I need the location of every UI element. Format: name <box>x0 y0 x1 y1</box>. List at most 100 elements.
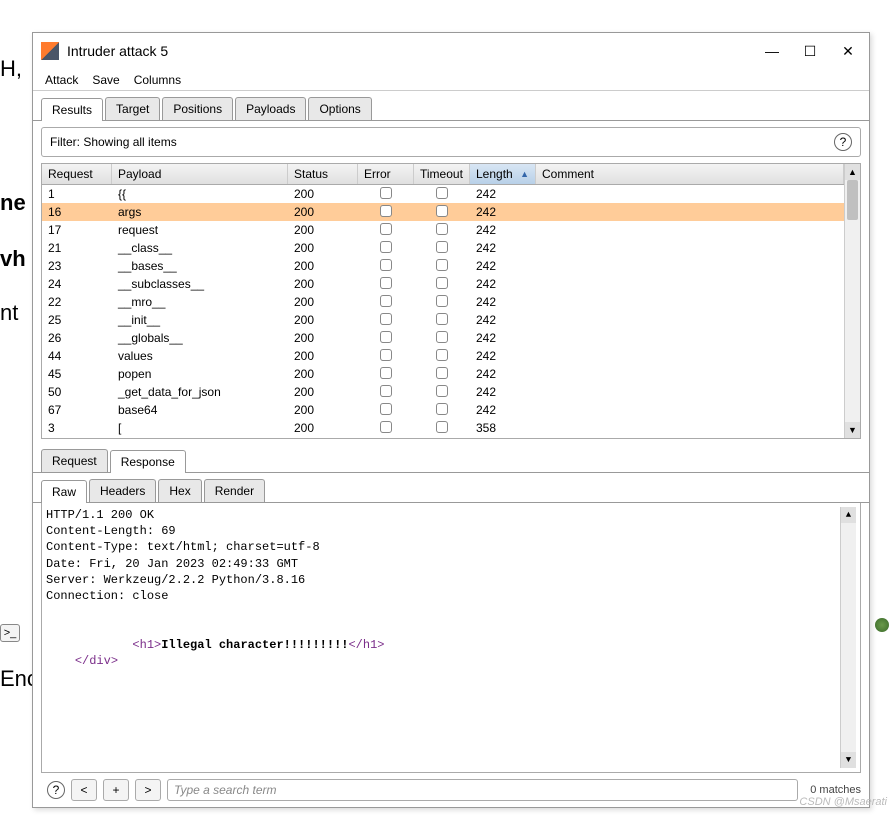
search-prev-button[interactable]: < <box>71 779 97 801</box>
table-row[interactable]: 17request200242 <box>42 221 844 239</box>
bg-text: vh <box>0 246 26 272</box>
checkbox <box>436 403 448 415</box>
app-icon <box>41 42 59 60</box>
filter-bar[interactable]: Filter: Showing all items ? <box>41 127 861 157</box>
response-content[interactable]: HTTP/1.1 200 OK Content-Length: 69 Conte… <box>41 503 861 773</box>
checkbox <box>380 187 392 199</box>
checkbox <box>380 241 392 253</box>
response-raw[interactable]: HTTP/1.1 200 OK Content-Length: 69 Conte… <box>46 507 840 768</box>
maximize-button[interactable]: ☐ <box>803 44 817 58</box>
table-row[interactable]: 21__class__200242 <box>42 239 844 257</box>
side-circle-icon <box>875 618 889 632</box>
menu-save[interactable]: Save <box>88 71 123 89</box>
search-bar: ? < + > Type a search term 0 matches <box>33 773 869 807</box>
table-header: Request Payload Status Error Timeout Len… <box>42 164 844 185</box>
checkbox <box>380 421 392 433</box>
main-tabs: Results Target Positions Payloads Option… <box>33 91 869 121</box>
sort-asc-icon: ▲ <box>520 169 529 179</box>
content-scrollbar[interactable]: ▲ ▼ <box>840 507 856 768</box>
menu-attack[interactable]: Attack <box>41 71 82 89</box>
table-row[interactable]: 23__bases__200242 <box>42 257 844 275</box>
checkbox <box>436 367 448 379</box>
window-title: Intruder attack 5 <box>67 43 765 59</box>
bg-text: H, <box>0 56 22 82</box>
checkbox <box>436 331 448 343</box>
col-length[interactable]: Length▲ <box>470 164 536 184</box>
table-row[interactable]: 3[200358 <box>42 419 844 437</box>
tab-target[interactable]: Target <box>105 97 160 120</box>
view-tabs: Raw Headers Hex Render <box>33 473 869 503</box>
scroll-up-icon[interactable]: ▲ <box>841 507 856 523</box>
table-row[interactable]: 67base64200242 <box>42 401 844 419</box>
checkbox <box>380 223 392 235</box>
checkbox <box>380 349 392 361</box>
tab-options[interactable]: Options <box>308 97 371 120</box>
checkbox <box>436 295 448 307</box>
help-icon[interactable]: ? <box>47 781 65 799</box>
tab-headers[interactable]: Headers <box>89 479 156 502</box>
col-comment[interactable]: Comment <box>536 164 844 184</box>
tab-payloads[interactable]: Payloads <box>235 97 306 120</box>
results-table: Request Payload Status Error Timeout Len… <box>41 163 861 439</box>
checkbox <box>380 331 392 343</box>
scroll-up-icon[interactable]: ▲ <box>845 164 860 180</box>
checkbox <box>380 259 392 271</box>
table-row[interactable]: 1{{200242 <box>42 185 844 203</box>
checkbox <box>380 403 392 415</box>
checkbox <box>436 349 448 361</box>
checkbox <box>436 187 448 199</box>
table-row[interactable]: 4]200358 <box>42 437 844 438</box>
intruder-window: Intruder attack 5 — ☐ ✕ Attack Save Colu… <box>32 32 870 808</box>
tab-request[interactable]: Request <box>41 449 108 472</box>
watermark: CSDN @Msaerati <box>799 796 887 808</box>
checkbox <box>436 313 448 325</box>
checkbox <box>436 421 448 433</box>
checkbox <box>380 295 392 307</box>
checkbox <box>380 205 392 217</box>
menu-columns[interactable]: Columns <box>130 71 185 89</box>
col-request[interactable]: Request <box>42 164 112 184</box>
minimize-button[interactable]: — <box>765 44 779 58</box>
col-status[interactable]: Status <box>288 164 358 184</box>
checkbox <box>436 205 448 217</box>
table-row[interactable]: 26__globals__200242 <box>42 329 844 347</box>
table-row[interactable]: 50_get_data_for_json200242 <box>42 383 844 401</box>
table-row[interactable]: 25__init__200242 <box>42 311 844 329</box>
match-count: 0 matches <box>810 784 861 796</box>
table-row[interactable]: 22__mro__200242 <box>42 293 844 311</box>
col-timeout[interactable]: Timeout <box>414 164 470 184</box>
col-error[interactable]: Error <box>358 164 414 184</box>
scroll-down-icon[interactable]: ▼ <box>841 752 856 768</box>
col-payload[interactable]: Payload <box>112 164 288 184</box>
table-row[interactable]: 16args200242 <box>42 203 844 221</box>
tab-render[interactable]: Render <box>204 479 265 502</box>
search-add-button[interactable]: + <box>103 779 129 801</box>
tab-hex[interactable]: Hex <box>158 479 201 502</box>
checkbox <box>380 277 392 289</box>
tab-positions[interactable]: Positions <box>162 97 233 120</box>
tab-results[interactable]: Results <box>41 98 103 121</box>
search-next-button[interactable]: > <box>135 779 161 801</box>
table-row[interactable]: 44values200242 <box>42 347 844 365</box>
checkbox <box>380 367 392 379</box>
tab-raw[interactable]: Raw <box>41 480 87 503</box>
bg-text: ne <box>0 190 26 216</box>
close-button[interactable]: ✕ <box>841 44 855 58</box>
table-row[interactable]: 45popen200242 <box>42 365 844 383</box>
scroll-down-icon[interactable]: ▼ <box>845 422 860 438</box>
checkbox <box>436 223 448 235</box>
menubar: Attack Save Columns <box>33 69 869 91</box>
search-input[interactable]: Type a search term <box>167 779 798 801</box>
help-icon[interactable]: ? <box>834 133 852 151</box>
filter-text: Filter: Showing all items <box>50 135 828 149</box>
reqresp-tabs: Request Response <box>33 439 869 473</box>
scrollbar[interactable]: ▲ ▼ <box>844 164 860 438</box>
titlebar: Intruder attack 5 — ☐ ✕ <box>33 33 869 69</box>
table-body: 1{{20024216args20024217request20024221__… <box>42 185 844 438</box>
scroll-thumb[interactable] <box>847 180 858 220</box>
checkbox <box>436 385 448 397</box>
side-expand-icon[interactable]: >_ <box>0 624 20 642</box>
checkbox <box>436 241 448 253</box>
table-row[interactable]: 24__subclasses__200242 <box>42 275 844 293</box>
tab-response[interactable]: Response <box>110 450 186 473</box>
